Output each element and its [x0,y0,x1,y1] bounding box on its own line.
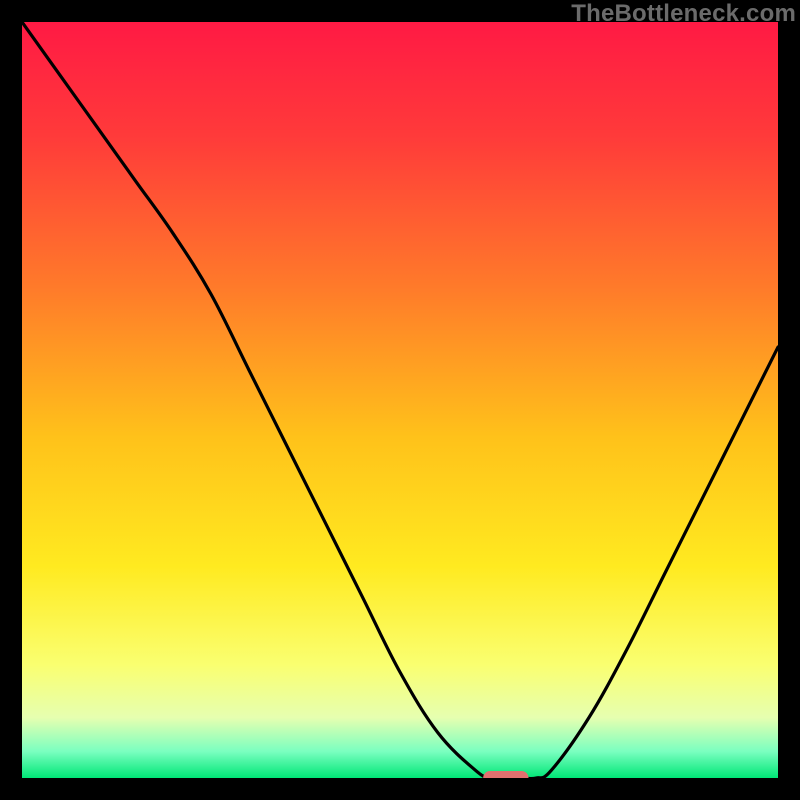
watermark-text: TheBottleneck.com [571,0,796,28]
chart-svg [22,22,778,778]
chart-plot-area [22,22,778,778]
optimal-marker [483,771,528,778]
chart-background-gradient [22,22,778,778]
chart-frame: TheBottleneck.com [0,0,800,800]
